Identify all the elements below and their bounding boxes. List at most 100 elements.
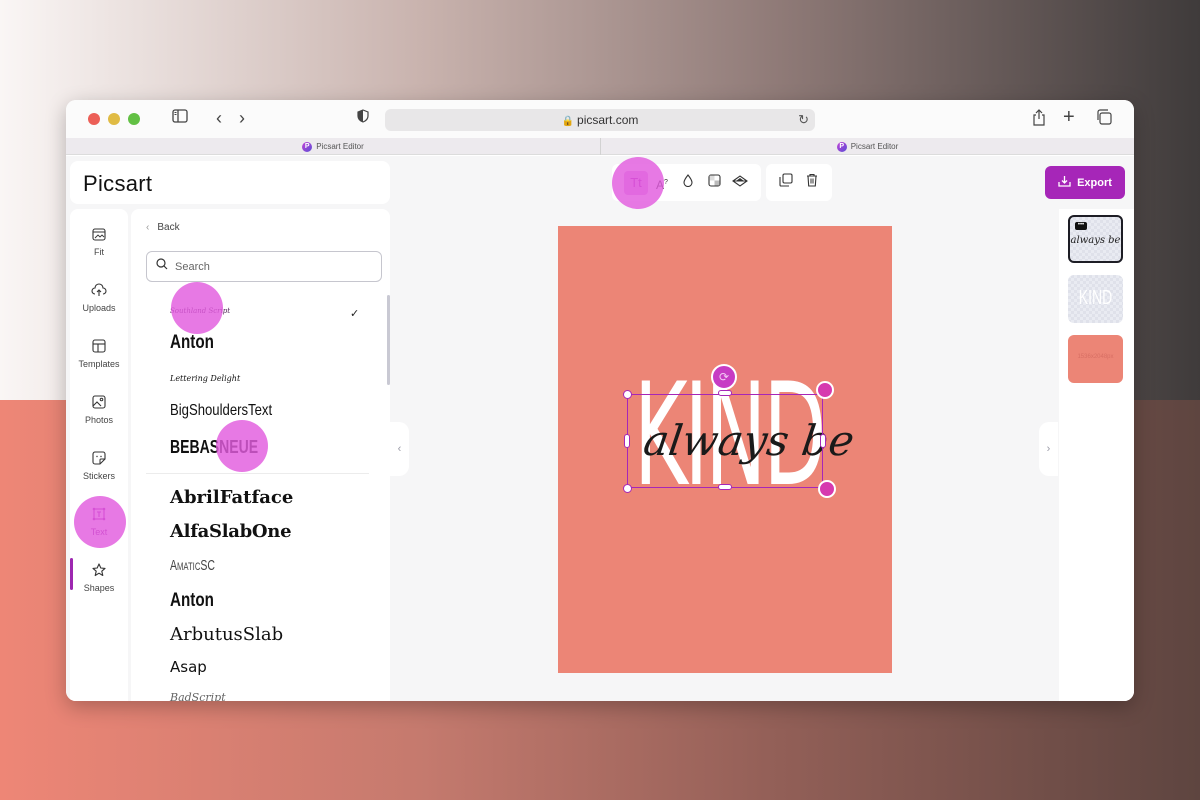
color-tool-button[interactable]	[676, 171, 700, 195]
sticker-icon	[70, 451, 128, 469]
duplicate-icon	[779, 173, 793, 190]
drop-icon	[683, 174, 693, 190]
resize-handle-right[interactable]	[820, 434, 826, 448]
resize-handle-bottom-left[interactable]	[623, 484, 632, 493]
chevron-left-icon: ‹	[397, 443, 402, 455]
font-item-anton[interactable]: Anton	[170, 590, 214, 612]
font-item-amaticsc[interactable]: AmaticSC	[170, 557, 215, 574]
rail-label: Text	[90, 527, 108, 537]
sidebar-icon[interactable]	[172, 109, 188, 129]
rail-label: Templates	[78, 359, 120, 369]
address-bar[interactable]: 🔒 picsart.com ↻	[385, 109, 815, 131]
rail-label: Stickers	[82, 471, 115, 481]
more-options-icon[interactable]: •••	[1075, 222, 1087, 230]
corner-action-top-right[interactable]	[816, 381, 834, 399]
tab-picsart-editor-2[interactable]: P Picsart Editor	[600, 138, 1134, 155]
tab-bar: P Picsart Editor P Picsart Editor	[66, 138, 1134, 155]
duplicate-button[interactable]	[774, 171, 798, 195]
reload-icon[interactable]: ↻	[798, 109, 809, 131]
trash-icon	[806, 173, 818, 190]
blend-tool-button[interactable]	[728, 171, 752, 195]
browser-titlebar: ‹ › 🔒 picsart.com ↻ +	[66, 100, 1134, 138]
rail-label: Uploads	[82, 303, 116, 313]
font-panel: ‹ Back Southland Script ✓ Anton Lettering…	[131, 209, 390, 701]
picsart-favicon-icon: P	[302, 141, 313, 152]
resize-handle-bottom[interactable]	[718, 484, 732, 490]
tab-picsart-editor-1[interactable]: P Picsart Editor	[66, 138, 600, 155]
star-icon	[70, 563, 128, 581]
upload-cloud-icon	[70, 283, 128, 301]
chevron-right-icon[interactable]: ›	[239, 108, 245, 128]
font-item-bigshoulderstext[interactable]: BigShouldersText	[170, 402, 272, 420]
export-label: Export	[1077, 177, 1112, 189]
resize-handle-top[interactable]	[718, 390, 732, 396]
rotate-handle[interactable]: ⟳	[711, 364, 737, 390]
rail-item-photos[interactable]: Photos	[70, 391, 128, 441]
rail-label: Photos	[84, 415, 114, 425]
lock-icon: 🔒	[561, 116, 575, 127]
rail-item-uploads[interactable]: Uploads	[70, 279, 128, 329]
resize-handle-top-left[interactable]	[623, 390, 632, 399]
tab-title: Picsart Editor	[850, 142, 899, 151]
rail-label: Shapes	[83, 583, 115, 593]
font-item-southland-script[interactable]: Southland Script	[170, 307, 230, 315]
layer-preview-text: always be	[1070, 235, 1121, 246]
expand-layers-button[interactable]: ›	[1039, 422, 1058, 476]
export-button[interactable]: Export	[1045, 166, 1125, 199]
picsart-favicon-icon: P	[836, 141, 847, 152]
close-window-button[interactable]	[88, 113, 100, 125]
font-tool-label: Tt	[630, 175, 642, 190]
layer-kind[interactable]: KIND	[1068, 275, 1123, 323]
rail-label: Fit	[94, 247, 104, 257]
fit-icon	[70, 227, 128, 245]
font-list-scrollbar[interactable]	[387, 295, 390, 385]
font-search-input[interactable]	[175, 252, 375, 281]
picsart-logo[interactable]: Picsart	[83, 171, 152, 197]
rail-item-text[interactable]: Text	[70, 503, 128, 553]
collapse-panel-button[interactable]: ‹	[390, 422, 409, 476]
back-button[interactable]: ‹ Back	[146, 222, 180, 233]
tool-rail: Fit Uploads Templates Photos Stickers Te…	[70, 209, 128, 701]
tabs-overview-icon[interactable]	[1096, 109, 1112, 131]
templates-icon	[70, 339, 128, 357]
minimize-window-button[interactable]	[108, 113, 120, 125]
shield-icon[interactable]	[357, 109, 369, 129]
maximize-window-button[interactable]	[128, 113, 140, 125]
delete-button[interactable]	[800, 171, 824, 195]
divider	[146, 473, 369, 474]
font-item-anton[interactable]: Anton	[170, 332, 214, 354]
resize-handle-left[interactable]	[624, 434, 630, 448]
text-style-tool-button[interactable]: A?	[650, 171, 674, 195]
photos-icon	[70, 395, 128, 413]
browser-window: ‹ › 🔒 picsart.com ↻ + P Picsart Editor P Pi…	[66, 100, 1134, 701]
layer-background[interactable]: 1536x2048px	[1068, 335, 1123, 383]
font-item-arbutusslab[interactable]: ArbutusSlab	[170, 624, 283, 645]
check-icon: ✓	[350, 308, 360, 320]
layer-always-be[interactable]: ••• always be	[1068, 215, 1123, 263]
chevron-left-icon: ‹	[146, 222, 150, 233]
font-item-abrilfatface[interactable]: AbrilFatface	[170, 487, 293, 508]
opacity-icon	[707, 174, 721, 190]
font-tool-button[interactable]: Tt	[624, 171, 648, 195]
back-label: Back	[157, 222, 180, 233]
rail-item-shapes[interactable]: Shapes	[70, 559, 128, 609]
logo-card: Picsart	[70, 161, 390, 204]
design-canvas[interactable]: KIND always be ⟳	[558, 226, 892, 673]
text-icon	[70, 507, 128, 525]
layer-size-label: 1536x2048px	[1077, 354, 1114, 360]
plus-icon[interactable]: +	[1063, 107, 1075, 127]
font-item-alfaslabone[interactable]: AlfaSlabOne	[170, 521, 292, 542]
rail-item-templates[interactable]: Templates	[70, 335, 128, 385]
font-item-badscript[interactable]: BadScript	[170, 691, 226, 701]
rail-item-fit[interactable]: Fit	[70, 223, 128, 273]
font-item-bebasneue[interactable]: BEBASNEUE	[170, 437, 258, 458]
chevron-left-icon[interactable]: ‹	[216, 108, 222, 128]
font-item-asap[interactable]: Asap	[170, 658, 207, 676]
opacity-tool-button[interactable]	[702, 171, 726, 195]
corner-action-bottom-right[interactable]	[818, 480, 836, 498]
font-search	[146, 251, 382, 282]
font-item-lettering-delight[interactable]: Lettering Delight	[170, 374, 240, 383]
rail-item-stickers[interactable]: Stickers	[70, 447, 128, 497]
selection-box[interactable]	[627, 394, 823, 488]
share-icon[interactable]	[1032, 109, 1046, 132]
